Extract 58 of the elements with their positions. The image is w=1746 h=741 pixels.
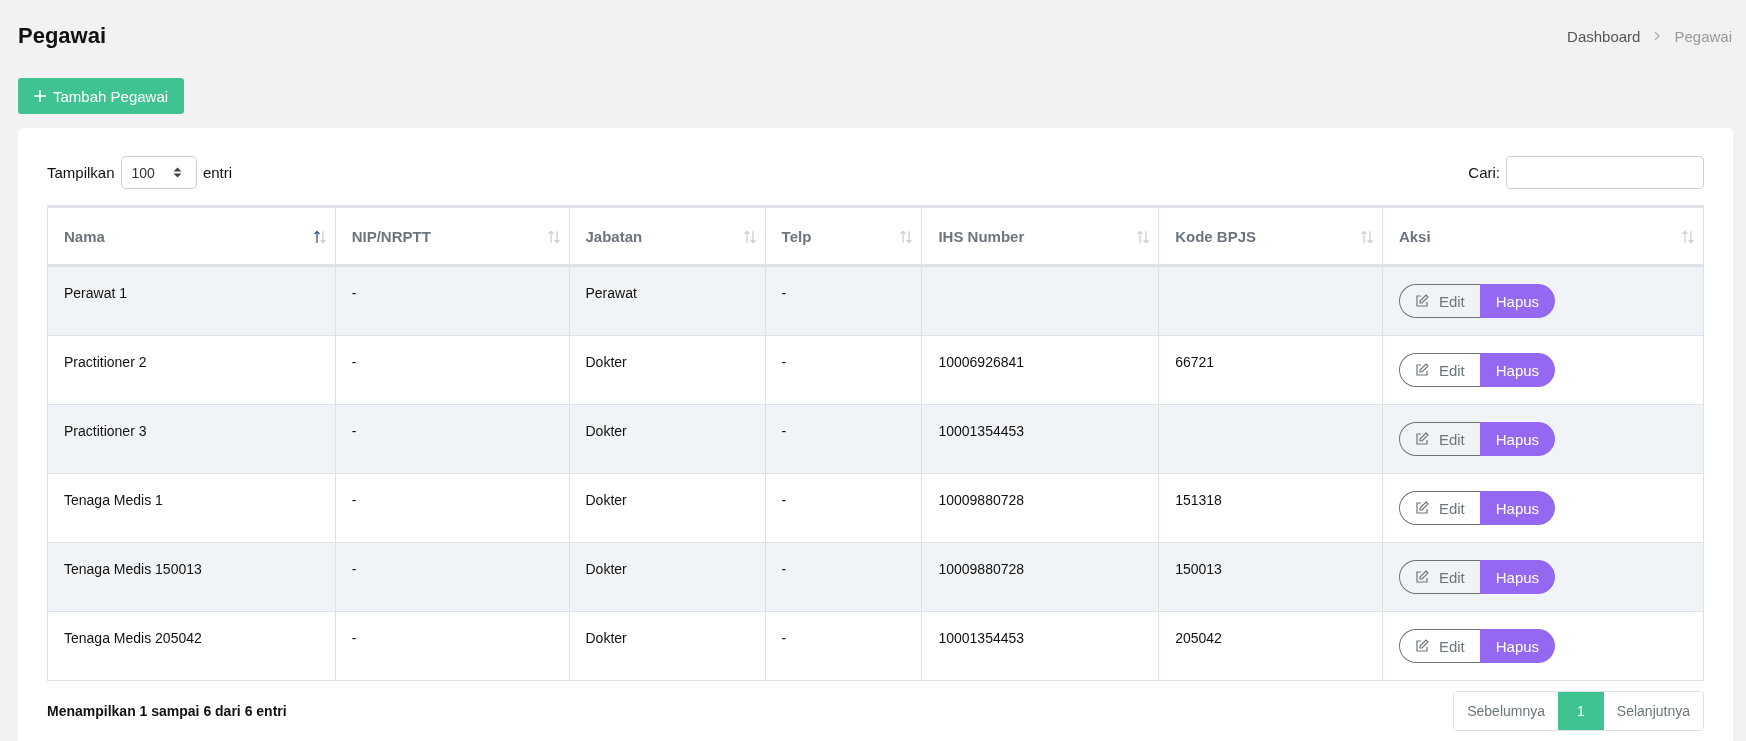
table-cell: 66721 [1175, 354, 1215, 370]
table-cell: 151318 [1175, 492, 1222, 508]
edit-icon [1414, 294, 1429, 308]
table-cell: Dokter [585, 630, 627, 646]
entries-label: entri [202, 164, 233, 181]
table-cell: Dokter [585, 423, 627, 439]
plus-icon [34, 90, 46, 102]
breadcrumb-item[interactable]: Dashboard [1567, 27, 1641, 45]
updown-icon [172, 166, 182, 179]
table-cell: Dokter [585, 492, 627, 508]
table-cell: - [781, 561, 787, 577]
table-cell: Tenaga Medis 150013 [64, 561, 202, 577]
delete-button[interactable]: Hapus [1479, 491, 1556, 525]
table-cell: - [351, 354, 357, 370]
table-cell: Dokter [585, 561, 627, 577]
table-cell: Perawat [585, 285, 637, 301]
table-cell: 10001354453 [938, 630, 1025, 646]
delete-button[interactable]: Hapus [1479, 629, 1556, 663]
delete-button[interactable]: Hapus [1479, 353, 1556, 387]
table-cell: - [351, 492, 357, 508]
table-cell: 205042 [1175, 630, 1222, 646]
table-cell: - [351, 285, 357, 301]
table-cell: - [781, 492, 787, 508]
delete-button[interactable]: Hapus [1479, 284, 1556, 318]
show-label: Tampilkan [47, 164, 115, 181]
table-cell: Dokter [585, 354, 627, 370]
table-info: Menampilkan 1 sampai 6 dari 6 entri [47, 703, 287, 719]
breadcrumb-item: Pegawai [1674, 27, 1732, 45]
table-cell: - [351, 561, 357, 577]
table-cell: - [781, 285, 787, 301]
table-cell: 10001354453 [938, 423, 1025, 439]
table-cell: 10006926841 [938, 354, 1025, 370]
table-cell: 10009880728 [938, 492, 1025, 508]
edit-icon [1414, 363, 1429, 377]
table-cell: Tenaga Medis 205042 [64, 630, 202, 646]
table-cell: - [781, 630, 787, 646]
edit-icon [1414, 639, 1429, 653]
edit-icon [1414, 501, 1429, 515]
search-label: Cari: [1468, 164, 1500, 181]
table-cell: - [351, 423, 357, 439]
table-cell: - [351, 630, 357, 646]
table-cell: - [781, 354, 787, 370]
edit-icon [1414, 432, 1429, 446]
table-cell: Perawat 1 [64, 285, 128, 301]
chevron-icon [1654, 31, 1661, 41]
search-field[interactable] [1506, 156, 1704, 189]
table-cell: - [781, 423, 787, 439]
edit-button[interactable]: Edit [1398, 491, 1480, 525]
table-cell: 10009880728 [938, 561, 1025, 577]
page-title: Pegawai [18, 23, 107, 49]
entries-select[interactable]: 100 [120, 156, 197, 189]
edit-icon [1414, 570, 1429, 584]
table-cell: Practitioner 2 [64, 354, 147, 370]
table-cell: 150013 [1175, 561, 1222, 577]
table-cell: Practitioner 3 [64, 423, 147, 439]
table-cell: Tenaga Medis 1 [64, 492, 163, 508]
delete-button[interactable]: Hapus [1479, 560, 1556, 594]
delete-button[interactable]: Hapus [1479, 422, 1556, 456]
